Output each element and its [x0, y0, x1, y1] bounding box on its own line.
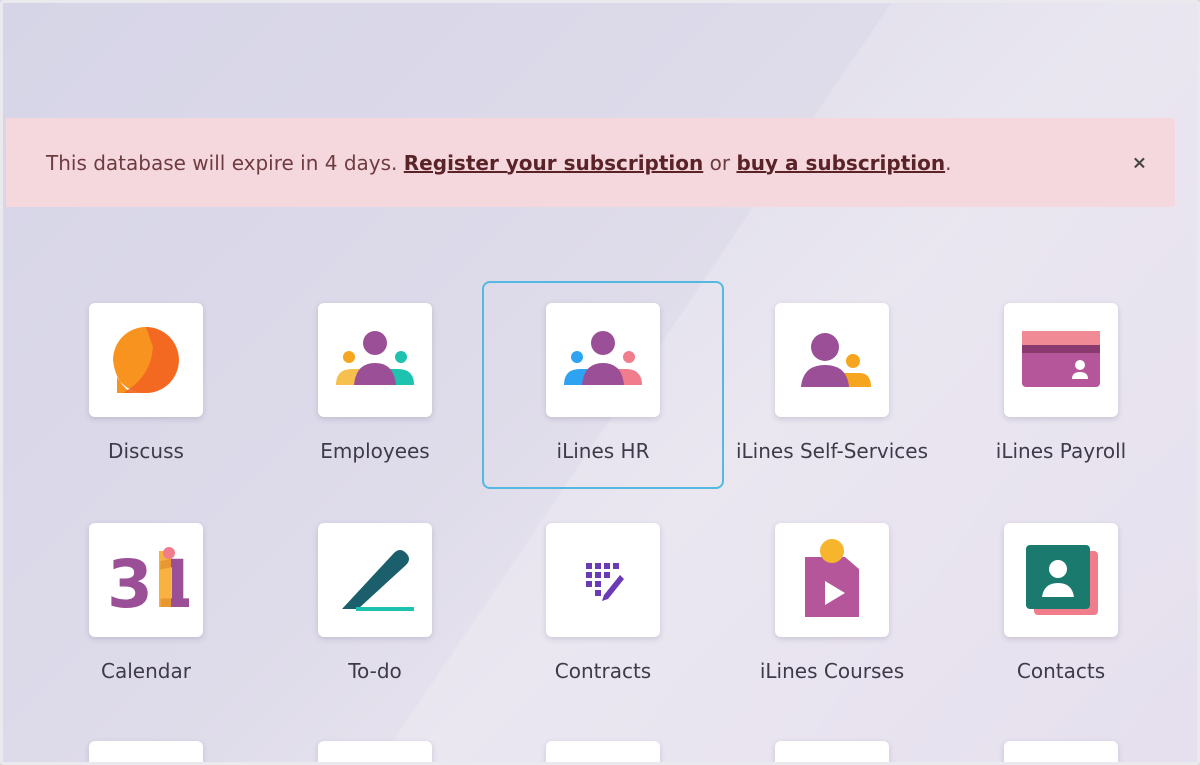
calendar-icon: 31 [107, 546, 189, 623]
app-label: iLines HR [556, 439, 650, 463]
app-tile-partial[interactable] [775, 741, 889, 762]
app-label: iLines Self-Services [735, 439, 929, 463]
contracts-tile[interactable] [546, 523, 660, 637]
ilines-hr-tile[interactable] [546, 303, 660, 417]
discuss-tile[interactable] [89, 303, 203, 417]
app-employees[interactable]: Employees [275, 303, 475, 493]
app-ilines-courses[interactable]: iLines Courses [732, 523, 932, 713]
app-discuss[interactable]: Discuss [46, 303, 246, 493]
employees-tile[interactable] [318, 303, 432, 417]
hr-people-icon [564, 331, 642, 385]
app-label: iLines Payroll [995, 439, 1127, 463]
app-contacts[interactable]: Contacts [961, 523, 1161, 713]
app-label: Contacts [1016, 659, 1106, 683]
ilines-courses-tile[interactable] [775, 523, 889, 637]
banner-text-or: or [709, 150, 731, 175]
banner-text: This database will expire in 4 days. [46, 150, 398, 175]
payroll-card-icon [1022, 331, 1100, 387]
register-subscription-link[interactable]: Register your subscription [404, 151, 703, 175]
expiration-banner: This database will expire in 4 days. Reg… [6, 118, 1175, 207]
app-tile-partial[interactable] [1004, 741, 1118, 762]
calendar-day-text: 31 [107, 546, 189, 623]
contacts-tile[interactable] [1004, 523, 1118, 637]
ilines-payroll-tile[interactable] [1004, 303, 1118, 417]
app-tile-partial[interactable] [318, 741, 432, 762]
todo-tile[interactable] [318, 523, 432, 637]
todo-pen-icon [342, 550, 414, 611]
app-tile-partial[interactable] [546, 741, 660, 762]
contacts-icon [1026, 545, 1098, 615]
app-label: Contracts [554, 659, 652, 683]
close-icon[interactable]: × [1132, 152, 1147, 173]
employees-icon [336, 331, 414, 385]
app-label: Calendar [101, 659, 191, 683]
calendar-tile[interactable]: 31 [89, 523, 203, 637]
app-ilines-hr[interactable]: iLines HR [503, 303, 703, 493]
banner-text-period: . [945, 150, 952, 175]
buy-subscription-link[interactable]: buy a subscription [736, 151, 945, 175]
app-label: Employees [320, 439, 430, 463]
app-tile-partial[interactable] [89, 741, 203, 762]
app-todo[interactable]: To-do [275, 523, 475, 713]
contracts-icon [586, 563, 624, 601]
app-ilines-payroll[interactable]: iLines Payroll [961, 303, 1161, 493]
discuss-icon [113, 327, 179, 393]
courses-icon [805, 539, 859, 617]
app-ilines-self-services[interactable]: iLines Self-Services [732, 303, 932, 493]
app-calendar[interactable]: 31 Calendar [46, 523, 246, 713]
app-label: iLines Courses [759, 659, 905, 683]
app-launcher: This database will expire in 4 days. Reg… [0, 0, 1200, 765]
ilines-self-services-tile[interactable] [775, 303, 889, 417]
app-label: To-do [348, 659, 402, 683]
app-contracts[interactable]: Contracts [503, 523, 703, 713]
self-services-icon [801, 333, 871, 387]
app-label: Discuss [108, 439, 184, 463]
